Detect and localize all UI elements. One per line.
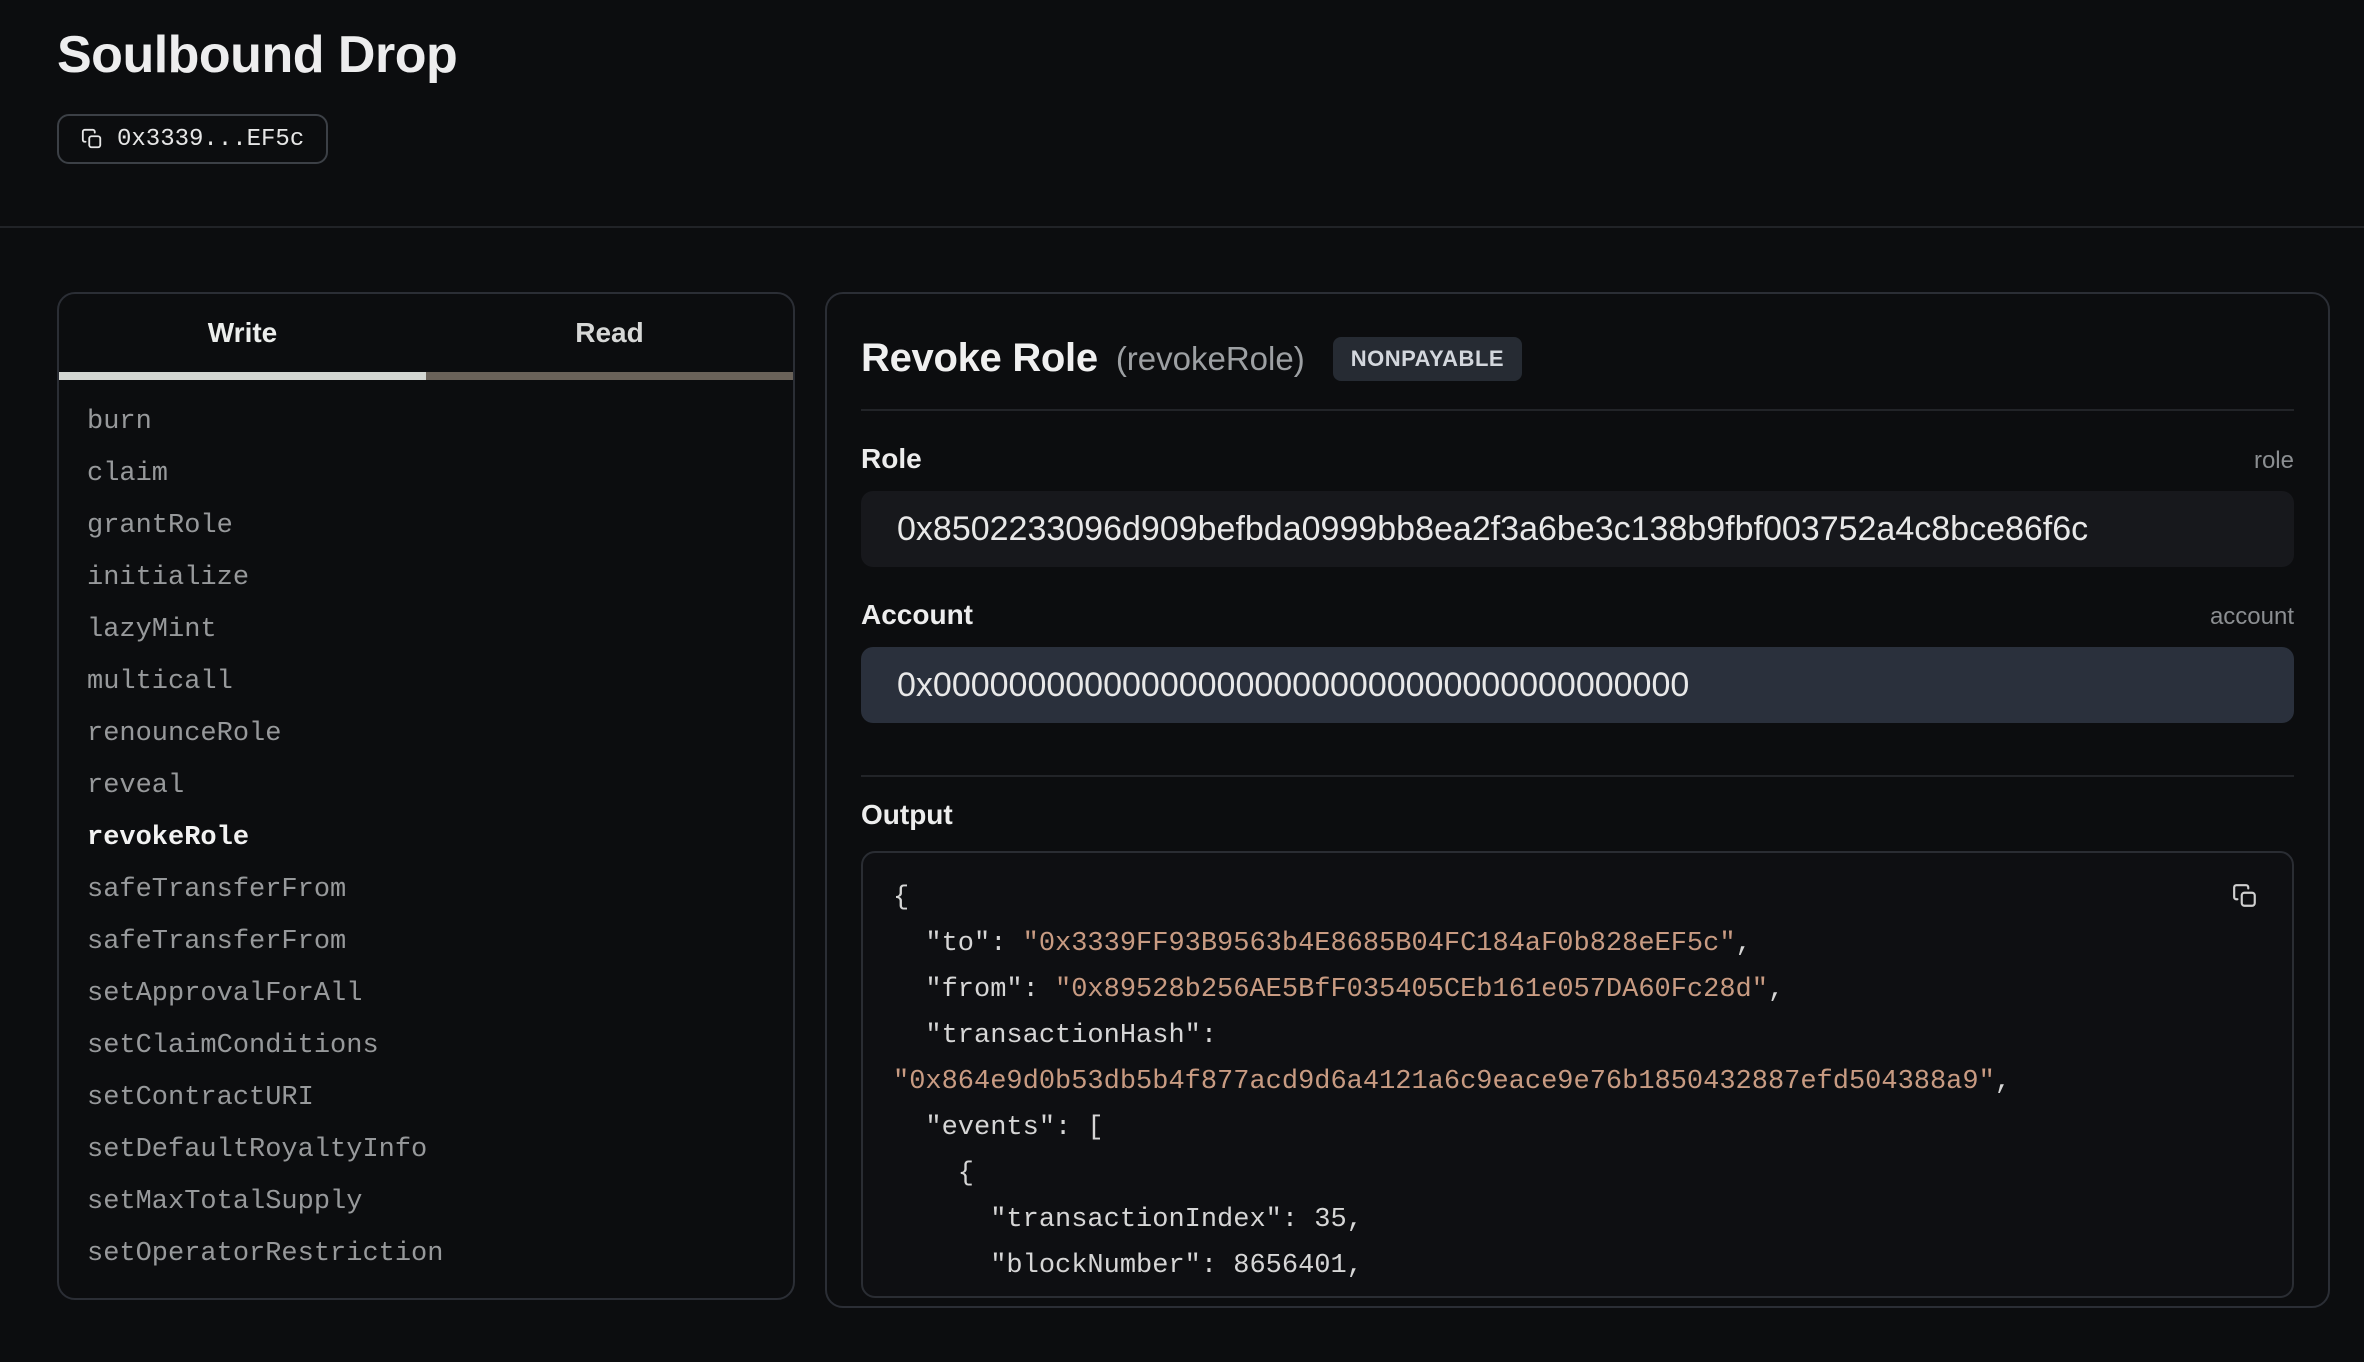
output-code: { "to": "0x3339FF93B9563b4E8685B04FC184a… [893, 875, 2262, 1298]
function-item-setOperatorRestriction[interactable]: setOperatorRestriction [59, 1228, 793, 1280]
account-field-label: Account [861, 599, 973, 631]
detail-divider-top [861, 409, 2294, 411]
function-item-revokeRole[interactable]: revokeRole [59, 812, 793, 864]
role-field-block: Role role [861, 443, 2294, 567]
tab-bar: Write Read [59, 294, 793, 380]
function-item-initialize[interactable]: initialize [59, 552, 793, 604]
function-item-claim[interactable]: claim [59, 448, 793, 500]
function-item-setMaxTotalSupply[interactable]: setMaxTotalSupply [59, 1176, 793, 1228]
copy-output-button[interactable] [2228, 879, 2262, 913]
function-title: Revoke Role [861, 336, 1098, 381]
account-field-hint: account [2210, 603, 2294, 631]
main-content: Write Read burnclaimgrantRoleinitializel… [0, 228, 2364, 1308]
functions-card: Write Read burnclaimgrantRoleinitializel… [57, 292, 795, 1300]
function-item-setDefaultRoyaltyInfo[interactable]: setDefaultRoyaltyInfo [59, 1124, 793, 1176]
page-title: Soulbound Drop [57, 24, 2330, 86]
function-name: (revokeRole) [1116, 340, 1305, 378]
tab-write-label: Write [208, 317, 278, 349]
role-field-label: Role [861, 443, 922, 475]
function-item-safeTransferFrom[interactable]: safeTransferFrom [59, 916, 793, 968]
tab-write[interactable]: Write [59, 294, 426, 380]
detail-header: Revoke Role (revokeRole) NONPAYABLE [861, 336, 2294, 381]
function-item-lazyMint[interactable]: lazyMint [59, 604, 793, 656]
mutability-badge: NONPAYABLE [1333, 337, 1522, 381]
function-item-setApprovalForAll[interactable]: setApprovalForAll [59, 968, 793, 1020]
role-field-hint: role [2254, 447, 2294, 475]
tab-read-label: Read [575, 317, 643, 349]
function-item-setContractURI[interactable]: setContractURI [59, 1072, 793, 1124]
account-field-block: Account account [861, 599, 2294, 723]
copy-icon [81, 128, 103, 150]
contract-address-short: 0x3339...EF5c [117, 126, 304, 153]
function-item-safeTransferFrom[interactable]: safeTransferFrom [59, 864, 793, 916]
function-item-reveal[interactable]: reveal [59, 760, 793, 812]
contract-address-badge[interactable]: 0x3339...EF5c [57, 114, 328, 164]
function-item-burn[interactable]: burn [59, 396, 793, 448]
tab-read[interactable]: Read [426, 294, 793, 380]
copy-icon [2232, 883, 2258, 909]
function-item-multicall[interactable]: multicall [59, 656, 793, 708]
function-detail-card: Revoke Role (revokeRole) NONPAYABLE Role… [825, 292, 2330, 1308]
output-code-block: { "to": "0x3339FF93B9563b4E8685B04FC184a… [861, 851, 2294, 1298]
detail-divider-output [861, 775, 2294, 777]
function-item-setClaimConditions[interactable]: setClaimConditions [59, 1020, 793, 1072]
function-item-grantRole[interactable]: grantRole [59, 500, 793, 552]
account-label-row: Account account [861, 599, 2294, 631]
function-list: burnclaimgrantRoleinitializelazyMintmult… [59, 380, 793, 1280]
function-item-renounceRole[interactable]: renounceRole [59, 708, 793, 760]
role-input[interactable] [861, 491, 2294, 567]
page-header: Soulbound Drop 0x3339...EF5c [0, 0, 2364, 164]
role-label-row: Role role [861, 443, 2294, 475]
account-input[interactable] [861, 647, 2294, 723]
output-label: Output [861, 799, 2294, 831]
